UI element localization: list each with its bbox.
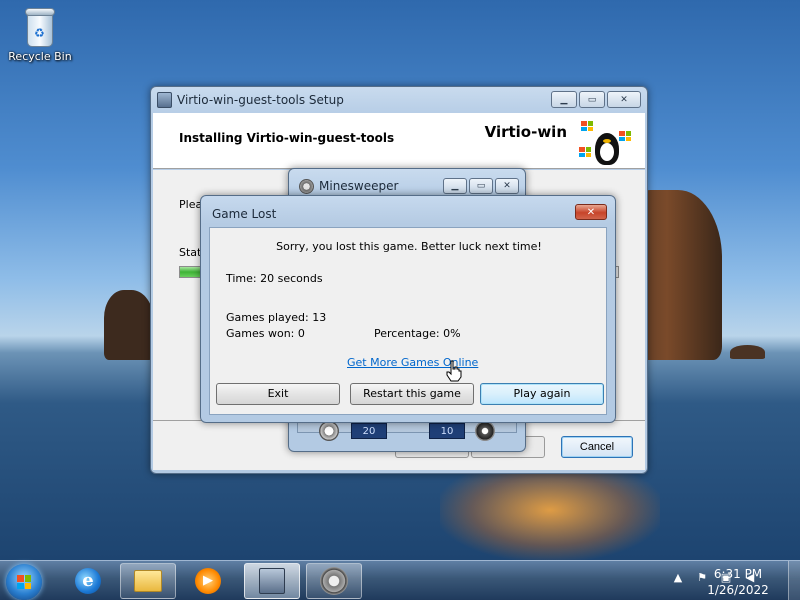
- dialog-panel: Sorry, you lost this game. Better luck n…: [209, 227, 607, 415]
- mine-icon: [475, 421, 495, 441]
- time-counter: 20: [351, 423, 387, 439]
- sunset-reflection: [440, 460, 660, 560]
- dialog-title: Game Lost: [212, 207, 277, 221]
- show-desktop-button[interactable]: [788, 561, 800, 600]
- clock-icon: [319, 421, 339, 441]
- taskbar-setup[interactable]: [244, 563, 300, 599]
- brand-name: Virtio-win: [484, 123, 567, 141]
- game-lost-dialog: Game Lost ✕ Sorry, you lost this game. B…: [200, 195, 616, 423]
- folder-icon: [134, 570, 162, 592]
- installer-icon: [259, 568, 285, 594]
- minimize-button[interactable]: ▁: [551, 91, 577, 108]
- start-button[interactable]: [6, 564, 42, 600]
- setup-status-label: Stat: [179, 246, 202, 259]
- installer-icon: [157, 92, 172, 108]
- maximize-button[interactable]: ▭: [579, 91, 605, 108]
- games-played-stat: Games played: 13: [226, 311, 327, 324]
- windows-logo-icon: [17, 575, 31, 589]
- minimize-button[interactable]: ▁: [443, 178, 467, 194]
- mines-counter: 10: [429, 423, 465, 439]
- window-title: Virtio-win-guest-tools Setup: [177, 93, 344, 107]
- minesweeper-icon: [320, 567, 348, 595]
- desktop-icon-label: Recycle Bin: [8, 50, 72, 63]
- games-won-stat: Games won: 0: [226, 327, 305, 340]
- close-button[interactable]: ✕: [607, 91, 641, 108]
- sea-rock-small: [730, 345, 765, 359]
- hand-cursor-icon: [446, 360, 462, 382]
- time-stat: Time: 20 seconds: [226, 272, 323, 285]
- percentage-stat: Percentage: 0%: [374, 327, 461, 340]
- taskbar-windows-explorer[interactable]: [120, 563, 176, 599]
- play-again-button[interactable]: Play again: [480, 383, 604, 405]
- taskbar: e ▶ ▲ ⚑ ▣ ◀ 6:31 PM 1/26/2022: [0, 560, 800, 600]
- setup-header-title: Installing Virtio-win-guest-tools: [179, 131, 395, 145]
- dialog-close-button[interactable]: ✕: [575, 204, 607, 220]
- taskbar-clock[interactable]: 6:31 PM 1/26/2022: [698, 566, 778, 598]
- window-title: Minesweeper: [319, 179, 399, 193]
- ie-icon: e: [75, 568, 101, 594]
- cancel-button[interactable]: Cancel: [561, 436, 633, 458]
- virtio-logo-icon: [575, 117, 635, 167]
- restart-button[interactable]: Restart this game: [350, 383, 474, 405]
- exit-button[interactable]: Exit: [216, 383, 340, 405]
- taskbar-internet-explorer[interactable]: e: [60, 563, 116, 599]
- minesweeper-icon: [299, 179, 314, 194]
- clock-date: 1/26/2022: [707, 583, 769, 597]
- clock-time: 6:31 PM: [713, 567, 763, 581]
- sea-stack-left: [104, 290, 154, 360]
- close-button[interactable]: ✕: [495, 178, 519, 194]
- lost-message: Sorry, you lost this game. Better luck n…: [276, 240, 542, 253]
- taskbar-media-player[interactable]: ▶: [180, 563, 236, 599]
- show-hidden-icons-icon[interactable]: ▲: [670, 571, 686, 584]
- setup-header: Installing Virtio-win-guest-tools Virtio…: [153, 113, 645, 169]
- recycle-bin-icon: ♻: [23, 6, 57, 48]
- taskbar-minesweeper[interactable]: [306, 563, 362, 599]
- desktop-icon-recycle-bin[interactable]: ♻ Recycle Bin: [6, 6, 74, 63]
- window-caption-buttons: ▁ ▭ ✕: [443, 178, 519, 194]
- media-player-icon: ▶: [195, 568, 221, 594]
- window-caption-buttons: ▁ ▭ ✕: [551, 91, 641, 108]
- maximize-button[interactable]: ▭: [469, 178, 493, 194]
